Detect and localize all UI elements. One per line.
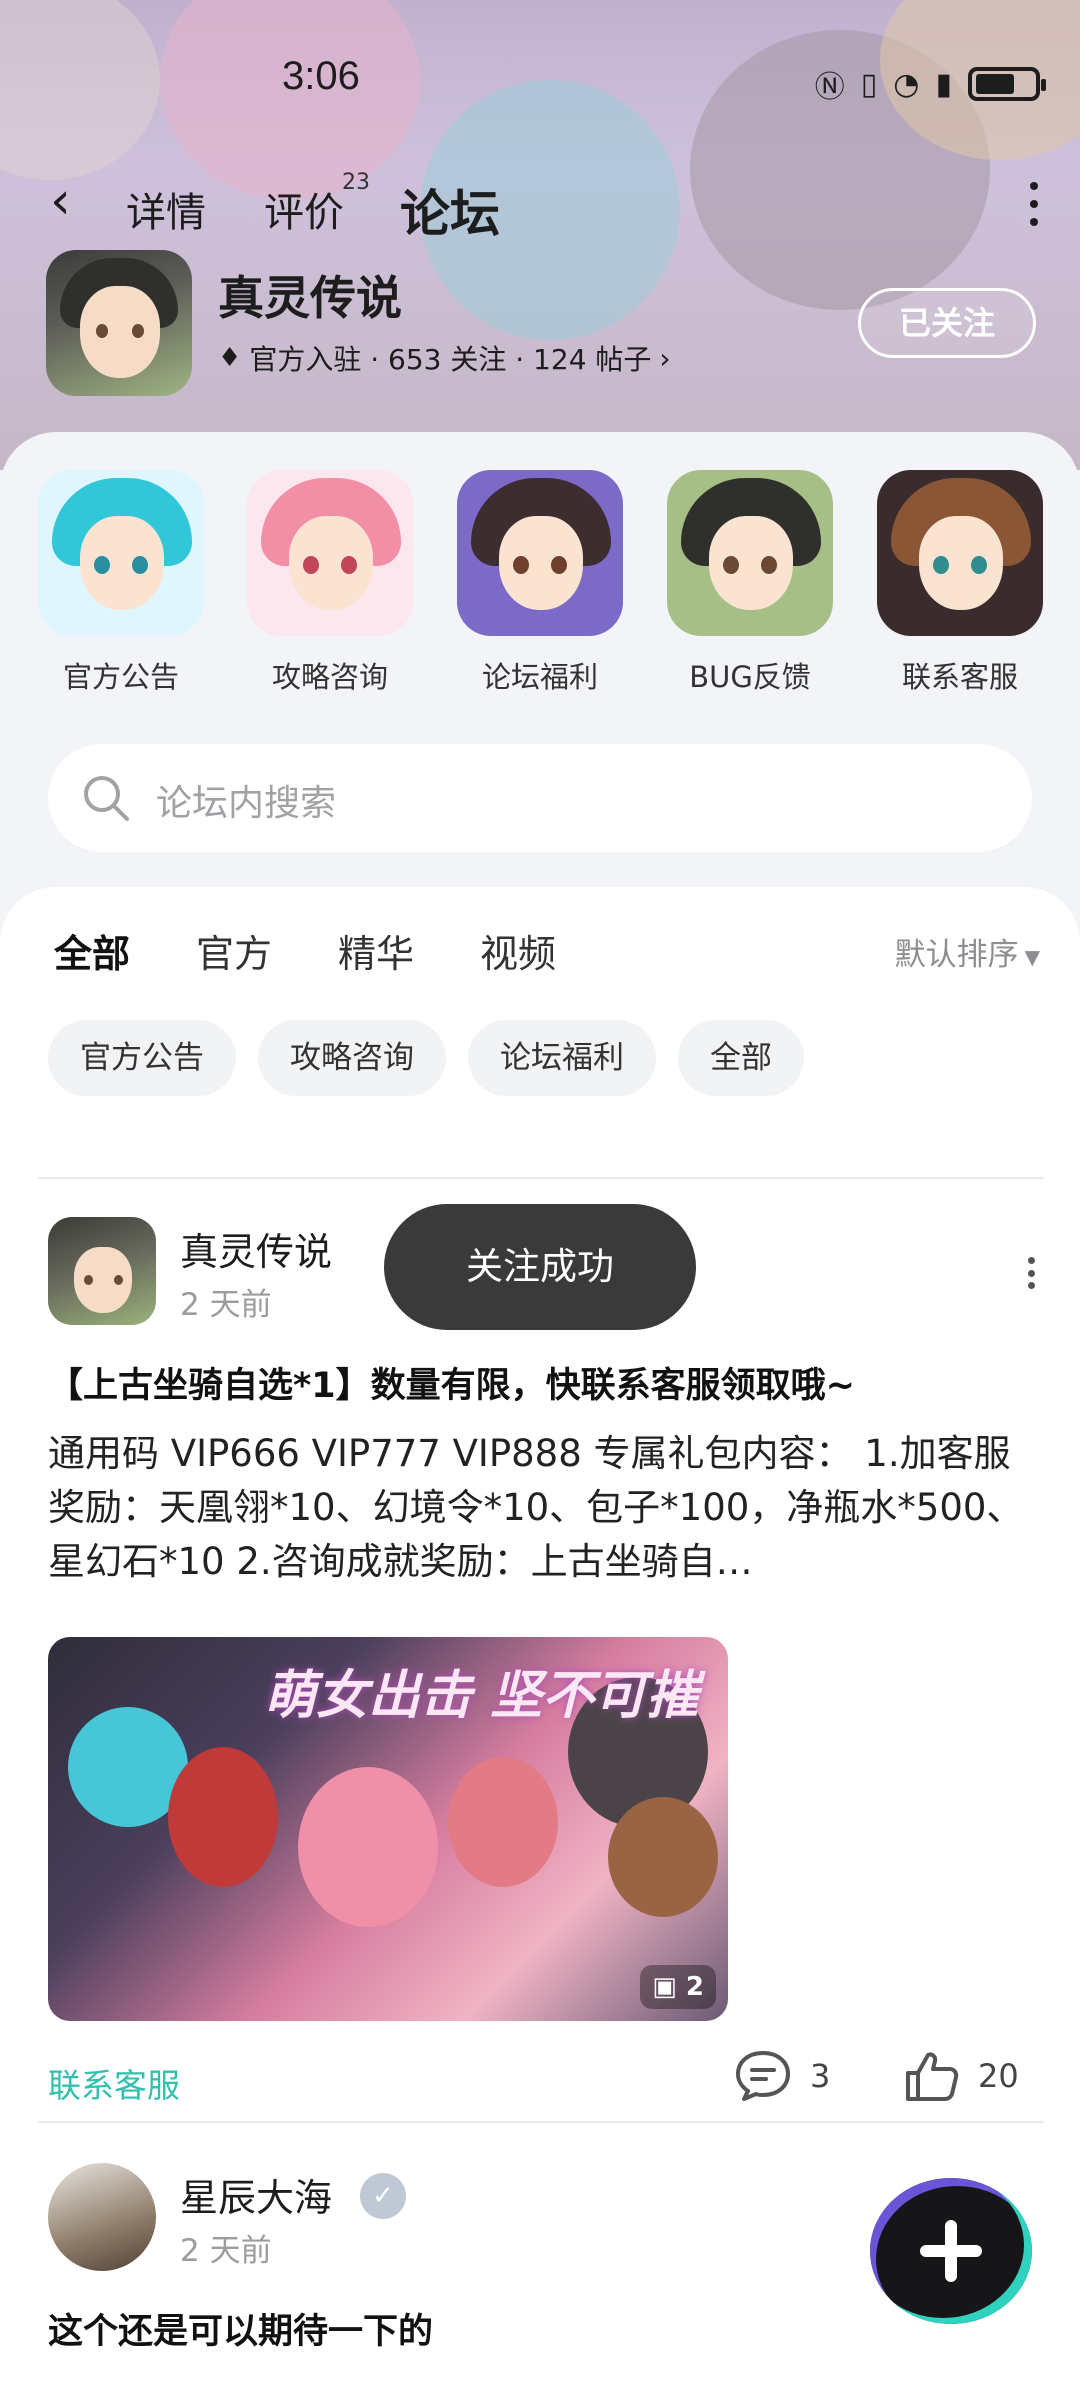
image-banner-text: 萌女出击 坚不可摧: [264, 1666, 699, 1726]
top-nav: ‹ 详情 评价 23 论坛: [0, 170, 1080, 246]
guides-icon: [247, 470, 413, 636]
main-sheet: 官方公告 攻略咨询 论坛福利 BUG反馈 联系客服 论坛内搜索 全部 官方 精华…: [0, 432, 1080, 2400]
feed-tab-featured[interactable]: 精华: [338, 923, 414, 978]
new-post-button[interactable]: [870, 2178, 1032, 2324]
chip-guides[interactable]: 攻略咨询: [258, 1020, 446, 1096]
post-title[interactable]: 这个还是可以期待一下的: [48, 2303, 433, 2354]
status-time: 3:06: [282, 54, 360, 98]
search-icon: [84, 776, 129, 821]
feed-tabs: 全部 官方 精华 视频: [54, 923, 622, 984]
chip-welfare[interactable]: 论坛福利: [468, 1020, 656, 1096]
post-author[interactable]: 真灵传说: [180, 1221, 332, 1276]
thumbs-up-icon: [906, 2052, 959, 2101]
bug-report-icon: [667, 470, 833, 636]
tab-reviews[interactable]: 评价 23: [264, 170, 370, 238]
divider: [38, 2121, 1044, 2123]
chip-announcements[interactable]: 官方公告: [48, 1020, 236, 1096]
wifi-icon: ◔: [893, 66, 920, 102]
feed-tab-official[interactable]: 官方: [196, 923, 272, 978]
game-meta-text: 官方入驻 · 653 关注 · 124 帖子: [249, 343, 652, 376]
post-feed: 全部 官方 精华 视频 默认排序 ▼ 官方公告 攻略咨询 论坛福利 全部 真灵传说…: [0, 887, 1080, 2400]
image-icon: ▣: [652, 1972, 686, 2002]
chevron-right-icon: ›: [659, 341, 671, 375]
game-info: 真灵传说 ♦ 官方入驻 · 653 关注 · 124 帖子 › 已关注: [46, 250, 1036, 400]
game-icon[interactable]: [46, 250, 192, 396]
post-title[interactable]: 【上古坐骑自选*1】数量有限，快联系客服领取哦~: [48, 1357, 855, 1408]
announcements-icon: [38, 470, 204, 636]
chip-all[interactable]: 全部: [678, 1020, 804, 1096]
game-meta[interactable]: ♦ 官方入驻 · 653 关注 · 124 帖子 ›: [218, 338, 671, 378]
toast-message: 关注成功: [384, 1204, 696, 1330]
forum-search-input[interactable]: 论坛内搜索: [48, 744, 1032, 852]
like-button[interactable]: 20: [904, 2049, 1019, 2103]
quick-links: 官方公告 攻略咨询 论坛福利 BUG反馈 联系客服: [0, 470, 1080, 710]
more-options-icon[interactable]: [1028, 182, 1040, 226]
avatar[interactable]: [48, 2163, 156, 2271]
post-time: 2 天前: [180, 1287, 272, 1323]
post-more-icon[interactable]: [1026, 1257, 1036, 1289]
battery-icon: [968, 67, 1046, 101]
customer-service-icon: [877, 470, 1043, 636]
tab-forum[interactable]: 论坛: [400, 174, 500, 246]
post-image[interactable]: 萌女出击 坚不可摧 ▣ 2: [48, 1637, 728, 2021]
search-placeholder: 论坛内搜索: [156, 783, 337, 824]
nfc-icon: Ⓝ: [814, 70, 845, 105]
tab-details[interactable]: 详情: [126, 180, 206, 238]
status-bar: 3:06 Ⓝ ▯ ◔ ▮: [0, 50, 1080, 110]
quick-link-guides[interactable]: 攻略咨询: [245, 470, 415, 696]
post-author[interactable]: 星辰大海: [180, 2167, 332, 2222]
verified-badge-icon: ✓: [360, 2173, 406, 2219]
divider: [38, 1177, 1044, 1179]
quick-link-customer-service[interactable]: 联系客服: [875, 470, 1045, 696]
follow-button[interactable]: 已关注: [858, 288, 1036, 358]
filter-chips: 官方公告 攻略咨询 论坛福利 全部: [48, 1020, 804, 1096]
like-count: 20: [978, 2057, 1019, 2095]
welfare-icon: [457, 470, 623, 636]
quick-link-announcements[interactable]: 官方公告: [36, 470, 206, 696]
avatar[interactable]: [48, 1217, 156, 1325]
post-time: 2 天前: [180, 2233, 272, 2269]
comment-count: 3: [810, 2057, 831, 2095]
quick-link-bug-report[interactable]: BUG反馈: [665, 470, 835, 696]
comment-button[interactable]: 3: [734, 2049, 830, 2103]
diamond-icon: ♦: [218, 343, 242, 373]
image-count: ▣ 2: [640, 1965, 716, 2009]
quick-link-welfare[interactable]: 论坛福利: [455, 470, 625, 696]
feed-tab-video[interactable]: 视频: [480, 923, 556, 978]
post-body[interactable]: 通用码 VIP666 VIP777 VIP888 专属礼包内容： 1.加客服奖励…: [48, 1427, 1038, 1589]
caret-down-icon: ▼: [1024, 944, 1040, 969]
comment-icon: [736, 2051, 790, 2101]
game-title: 真灵传说: [218, 271, 402, 325]
feed-tab-all[interactable]: 全部: [54, 923, 130, 984]
sim-icon: ▮: [935, 66, 952, 102]
reviews-count-badge: 23: [342, 170, 370, 195]
back-icon[interactable]: ‹: [50, 175, 90, 227]
contact-service-link[interactable]: 联系客服: [48, 2059, 180, 2107]
sort-dropdown[interactable]: 默认排序 ▼: [895, 929, 1040, 974]
vibrate-icon: ▯: [860, 66, 878, 102]
